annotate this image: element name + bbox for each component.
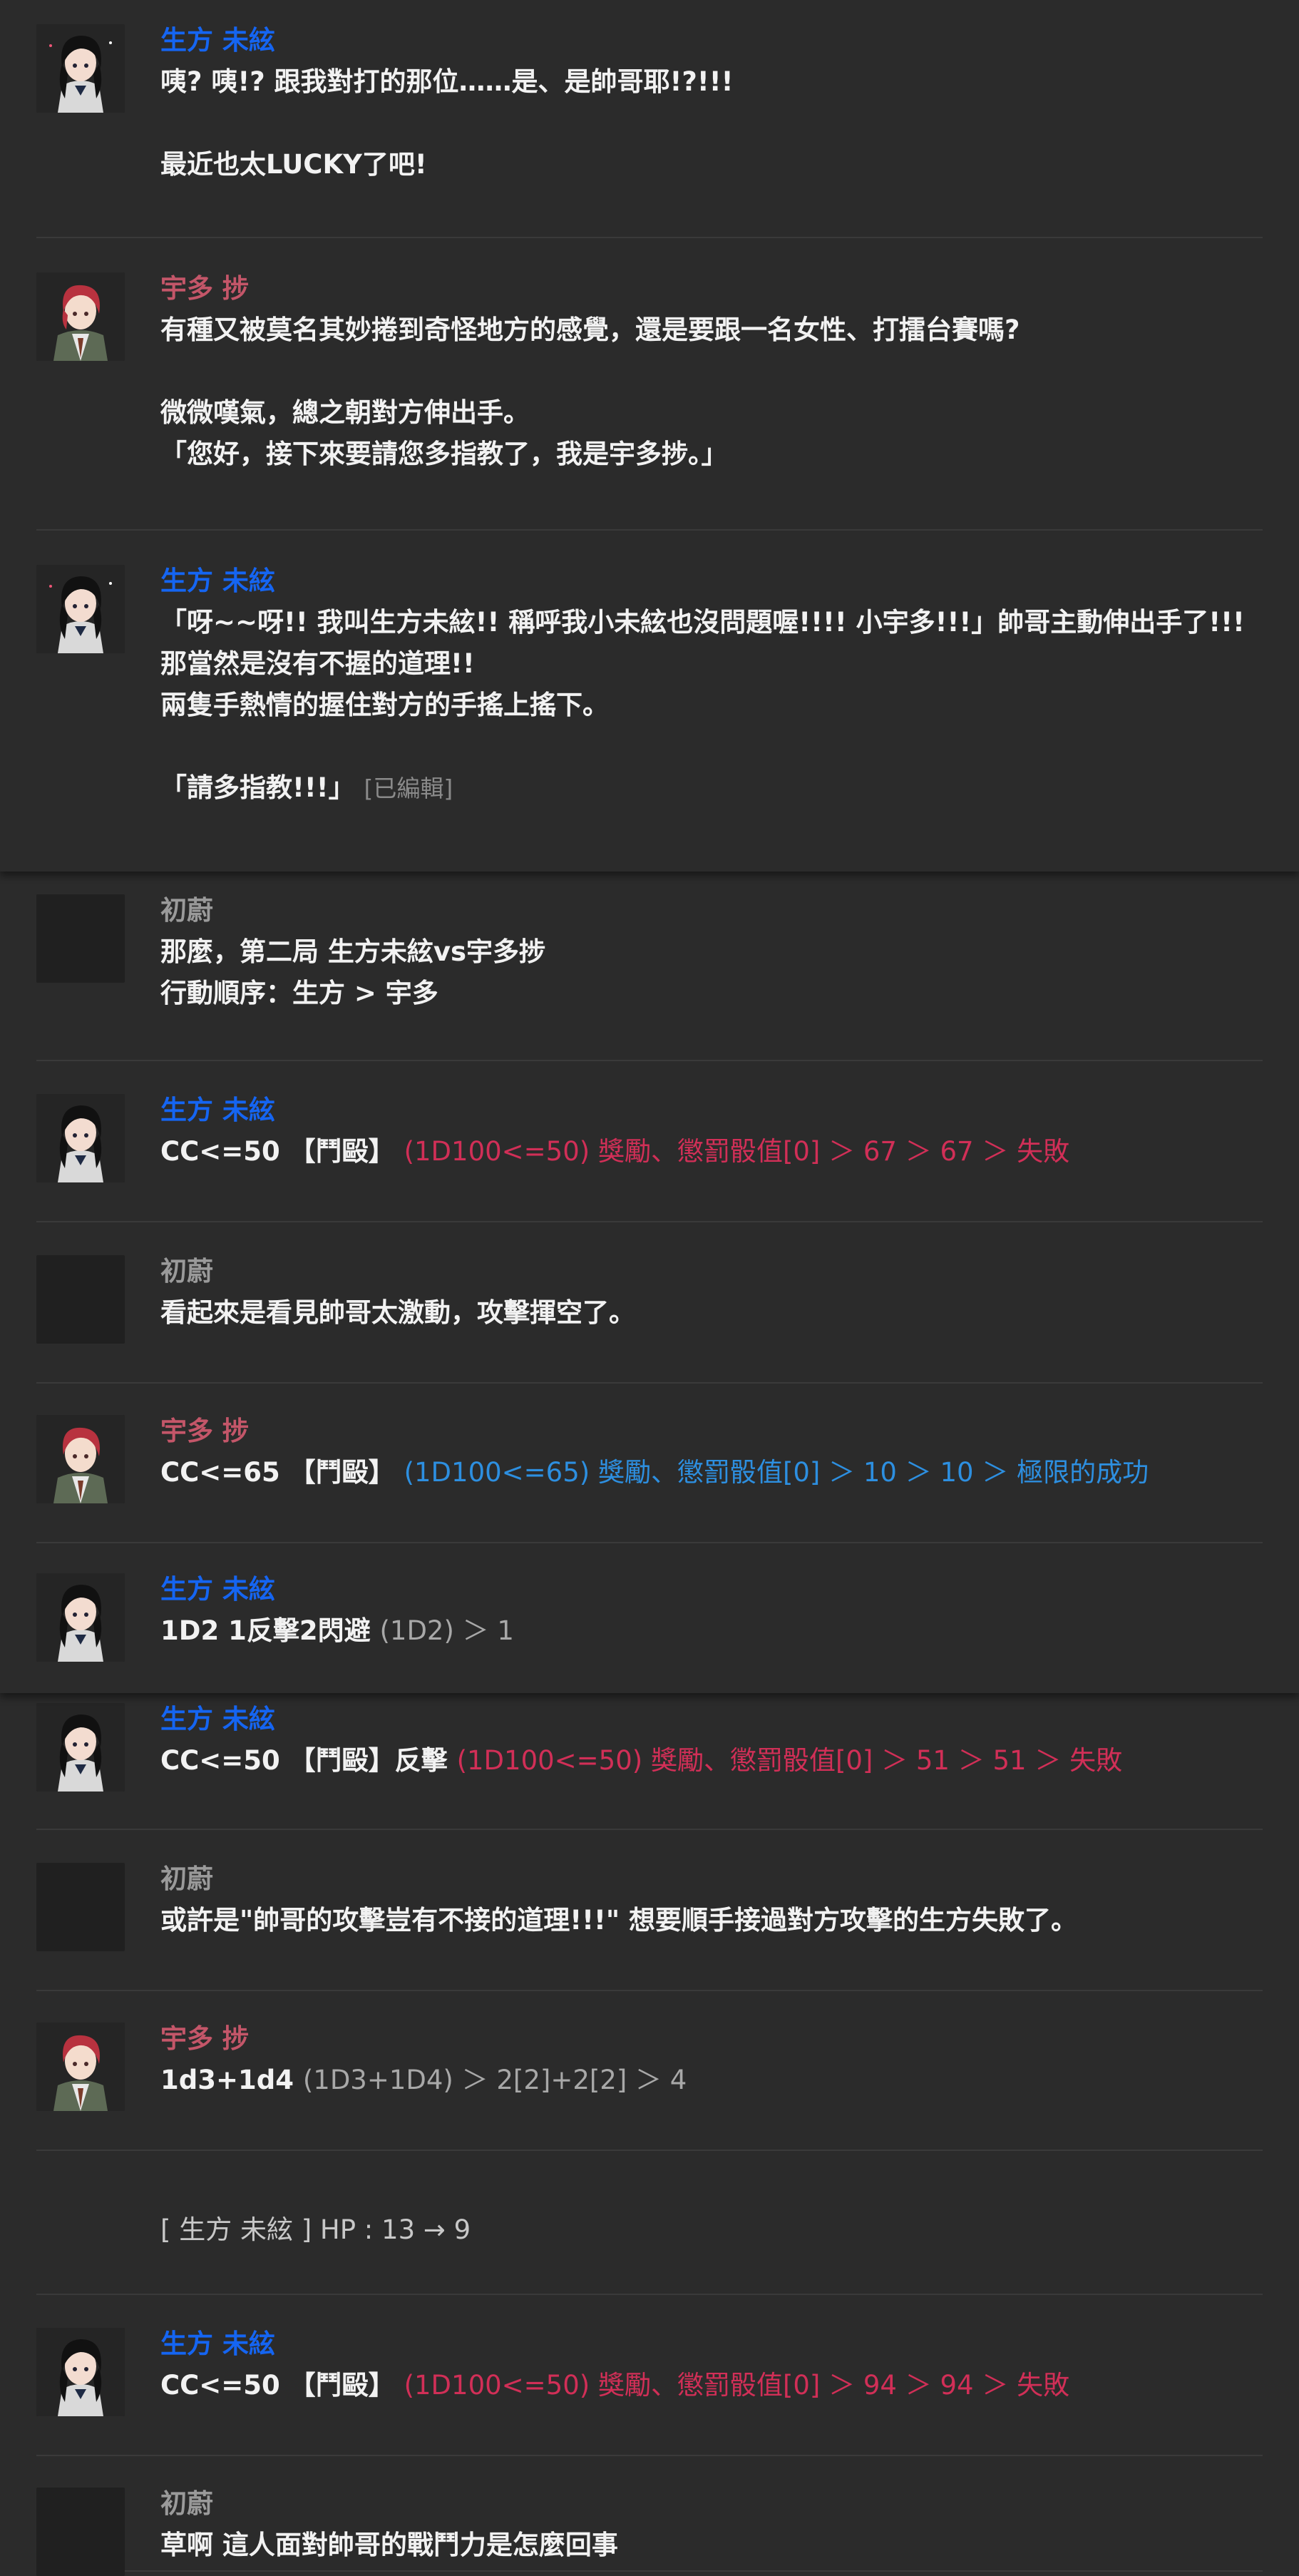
avatar-uta[interactable] bbox=[36, 2023, 125, 2111]
chat-message[interactable]: 生方 未絃 1D2 1反擊2閃避 (1D2) ＞ 1 bbox=[36, 1573, 1263, 1673]
avatar-ubukata-icon bbox=[36, 565, 125, 653]
chat-block-2: 初蔚 那麼，第二局 生方未絃vs宇多捗 行動順序：生方 > 宇多 生方 未絃 C… bbox=[0, 872, 1299, 1693]
chat-message[interactable]: 初蔚 草啊 這人面對帥哥的戰鬥力是怎麼回事 bbox=[36, 2488, 1263, 2576]
hp-change-text: [ 生方 未絃 ] HP : 13 → 9 bbox=[160, 2214, 471, 2245]
command-text: 1d3+1d4 bbox=[160, 2065, 294, 2095]
system-message[interactable]: [ 生方 未絃 ] HP : 13 → 9 bbox=[36, 2185, 1263, 2295]
command-text: CC<=65 【鬥毆】 bbox=[160, 1457, 395, 1488]
message-text: 那麼，第二局 生方未絃vs宇多捗 行動順序：生方 > 宇多 bbox=[160, 936, 546, 1008]
speaker-name: 初蔚 bbox=[160, 1864, 213, 1894]
avatar-ubukata[interactable] bbox=[36, 565, 125, 653]
speaker-name: 初蔚 bbox=[160, 2488, 213, 2519]
avatar-ubukata[interactable] bbox=[36, 1573, 125, 1662]
roll-result: (1D100<=65) 獎勵、懲罰骰值[0] ＞ 10 ＞ 10 ＞ 極限的成功 bbox=[404, 1457, 1149, 1488]
avatar-ubukata-icon bbox=[36, 1573, 125, 1662]
message-text: 有種又被莫名其妙捲到奇怪地方的感覺，還是要跟一名女性、打擂台賽嗎? 微微嘆氣，總… bbox=[160, 315, 1020, 469]
chat-block-3: 生方 未絃 CC<=50 【鬥毆】反擊 (1D100<=50) 獎勵、懲罰骰值[… bbox=[0, 1693, 1299, 2576]
avatar-uta-icon bbox=[36, 1415, 125, 1503]
speaker-name: 宇多 捗 bbox=[160, 1416, 249, 1446]
speaker-name: 初蔚 bbox=[160, 895, 213, 926]
message-text: 看起來是看見帥哥太激動，攻擊揮空了。 bbox=[160, 1297, 635, 1328]
speaker-name: 生方 未絃 bbox=[160, 1574, 275, 1605]
speaker-name: 宇多 捗 bbox=[160, 2023, 249, 2054]
chat-message[interactable]: 生方 未絃 CC<=50 【鬥毆】 (1D100<=50) 獎勵、懲罰骰值[0]… bbox=[36, 1094, 1263, 1222]
avatar-ubukata-icon bbox=[36, 1094, 125, 1182]
roll-result: (1D100<=50) 獎勵、懲罰骰值[0] ＞ 67 ＞ 67 ＞ 失敗 bbox=[404, 1136, 1070, 1167]
speaker-name: 生方 未絃 bbox=[160, 1704, 275, 1734]
chat-message[interactable]: 生方 未絃 「呀~~呀!! 我叫生方未絃!! 稱呼我小未絃也沒問題喔!!!! 小… bbox=[36, 565, 1263, 850]
speaker-name: 初蔚 bbox=[160, 1256, 213, 1287]
roll-result: (1D100<=50) 獎勵、懲罰骰值[0] ＞ 94 ＞ 94 ＞ 失敗 bbox=[404, 2370, 1070, 2401]
avatar-empty[interactable] bbox=[36, 894, 125, 983]
message-text: 「呀~~呀!! 我叫生方未絃!! 稱呼我小未絃也沒問題喔!!!! 小宇多!!!」… bbox=[160, 602, 1262, 809]
avatar-uta[interactable] bbox=[36, 272, 125, 361]
chat-message[interactable]: 生方 未絃 CC<=50 【鬥毆】反擊 (1D100<=50) 獎勵、懲罰骰值[… bbox=[36, 1703, 1263, 1830]
avatar-empty[interactable] bbox=[36, 2488, 125, 2576]
message-text: 1D2 1反擊2閃避 (1D2) ＞ 1 bbox=[160, 1610, 1263, 1652]
message-text: CC<=50 【鬥毆】 (1D100<=50) 獎勵、懲罰骰值[0] ＞ 94 … bbox=[160, 2365, 1263, 2406]
avatar-uta[interactable] bbox=[36, 1415, 125, 1503]
message-body: 「呀~~呀!! 我叫生方未絃!! 稱呼我小未絃也沒問題喔!!!! 小宇多!!!」… bbox=[160, 607, 1245, 803]
avatar-ubukata[interactable] bbox=[36, 2328, 125, 2416]
roll-result: (1D3+1D4) ＞ 2[2]+2[2] ＞ 4 bbox=[302, 2065, 687, 2095]
avatar-ubukata[interactable] bbox=[36, 24, 125, 113]
message-text: CC<=65 【鬥毆】 (1D100<=65) 獎勵、懲罰骰值[0] ＞ 10 … bbox=[160, 1452, 1263, 1493]
message-text: 1d3+1d4 (1D3+1D4) ＞ 2[2]+2[2] ＞ 4 bbox=[160, 2060, 1263, 2101]
edited-badge: [已編輯] bbox=[364, 775, 453, 802]
message-text: 草啊 這人面對帥哥的戰鬥力是怎麼回事 bbox=[160, 2530, 618, 2560]
chat-block-1: 生方 未絃 咦? 咦!? 跟我對打的那位……是、是帥哥耶!?!!! 最近也太LU… bbox=[0, 0, 1299, 872]
roll-result: (1D100<=50) 獎勵、懲罰骰值[0] ＞ 51 ＞ 51 ＞ 失敗 bbox=[456, 1745, 1123, 1776]
command-text: CC<=50 【鬥毆】反擊 bbox=[160, 1745, 448, 1776]
chat-message[interactable]: 宇多 捗 有種又被莫名其妙捲到奇怪地方的感覺，還是要跟一名女性、打擂台賽嗎? 微… bbox=[36, 272, 1263, 531]
chat-message[interactable]: 初蔚 或許是"帥哥的攻擊豈有不接的道理!!!" 想要順手接過對方攻擊的生方失敗了… bbox=[36, 1863, 1263, 1991]
avatar-empty[interactable] bbox=[36, 1255, 125, 1344]
message-text: 咦? 咦!? 跟我對打的那位……是、是帥哥耶!?!!! 最近也太LUCKY了吧! bbox=[160, 66, 734, 180]
avatar-ubukata-icon bbox=[36, 24, 125, 113]
message-text: CC<=50 【鬥毆】 (1D100<=50) 獎勵、懲罰骰值[0] ＞ 67 … bbox=[160, 1131, 1263, 1172]
speaker-name: 生方 未絃 bbox=[160, 25, 275, 56]
avatar-empty[interactable] bbox=[36, 1863, 125, 1951]
speaker-name: 生方 未絃 bbox=[160, 2329, 275, 2359]
chat-message[interactable]: 生方 未絃 CC<=50 【鬥毆】 (1D100<=50) 獎勵、懲罰骰值[0]… bbox=[36, 2328, 1263, 2456]
chat-message[interactable]: 生方 未絃 咦? 咦!? 跟我對打的那位……是、是帥哥耶!?!!! 最近也太LU… bbox=[36, 24, 1263, 238]
speaker-name: 生方 未絃 bbox=[160, 1095, 275, 1125]
command-text: CC<=50 【鬥毆】 bbox=[160, 2370, 395, 2401]
chat-message[interactable]: 初蔚 看起來是看見帥哥太激動，攻擊揮空了。 bbox=[36, 1255, 1263, 1384]
message-text: CC<=50 【鬥毆】反擊 (1D100<=50) 獎勵、懲罰骰值[0] ＞ 5… bbox=[160, 1740, 1263, 1782]
speaker-name: 宇多 捗 bbox=[160, 273, 249, 304]
avatar-ubukata[interactable] bbox=[36, 1703, 125, 1792]
avatar-ubukata[interactable] bbox=[36, 1094, 125, 1182]
avatar-ubukata-icon bbox=[36, 1703, 125, 1792]
chat-message[interactable]: 宇多 捗 1d3+1d4 (1D3+1D4) ＞ 2[2]+2[2] ＞ 4 bbox=[36, 2023, 1263, 2151]
chat-message[interactable]: 宇多 捗 CC<=65 【鬥毆】 (1D100<=65) 獎勵、懲罰骰值[0] … bbox=[36, 1415, 1263, 1543]
roll-result: (1D2) ＞ 1 bbox=[379, 1615, 514, 1646]
avatar-ubukata-icon bbox=[36, 2328, 125, 2416]
avatar-uta-icon bbox=[36, 272, 125, 361]
avatar-uta-icon bbox=[36, 2023, 125, 2111]
command-text: CC<=50 【鬥毆】 bbox=[160, 1136, 395, 1167]
message-text: 或許是"帥哥的攻擊豈有不接的道理!!!" 想要順手接過對方攻擊的生方失敗了。 bbox=[160, 1905, 1078, 1936]
speaker-name: 生方 未絃 bbox=[160, 566, 275, 596]
command-text: 1D2 1反擊2閃避 bbox=[160, 1615, 371, 1646]
chat-message[interactable]: 初蔚 那麼，第二局 生方未絃vs宇多捗 行動順序：生方 > 宇多 bbox=[36, 894, 1263, 1061]
